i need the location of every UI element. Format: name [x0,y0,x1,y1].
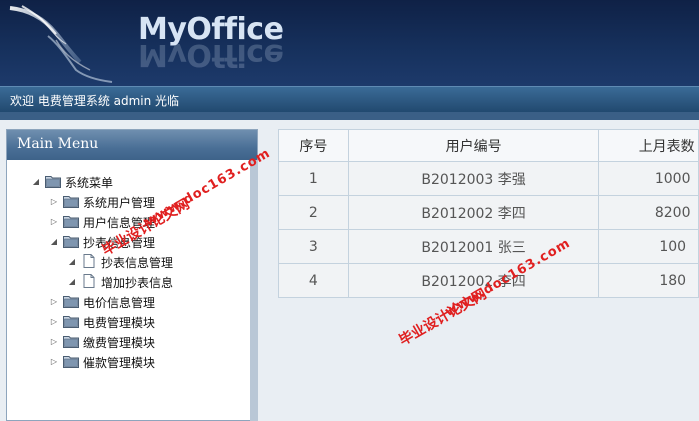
cell-last-reading: 180 [598,263,699,298]
folder-icon [63,196,79,208]
expand-toggle-icon[interactable]: ◢ [31,177,41,187]
main-menu-panel: Main Menu ◢ 系统菜单 ▷ 系统用户管理 ▷ 用户信息管理 ◢ 抄表信… [6,129,258,421]
cell-last-reading: 100 [598,229,699,264]
cell-last-reading: 1000 [598,161,699,196]
tree-node-label: 系统菜单 [65,176,114,190]
welcome-bar: 欢迎 电费管理系统 admin 光临 [0,86,699,112]
leaf-toggle-icon: ◢ [68,277,76,286]
collapse-toggle-icon[interactable]: ▷ [49,297,59,307]
collapse-toggle-icon[interactable]: ▷ [49,317,59,327]
sidebar-scrollbar[interactable] [250,160,258,421]
cell-no: 2 [278,195,349,230]
main-menu-header: Main Menu [7,130,257,160]
tree-node-label: 电价信息管理 [83,296,156,310]
content-area: 序号 用户编号 上月表数 1 B2012003 李强 1000 2 B20120… [278,129,699,421]
cell-user-id: B2012002 李四 [347,263,600,298]
leaf-toggle-icon: ◢ [68,257,76,266]
document-icon [83,254,95,268]
welcome-text: 欢迎 电费管理系统 admin 光临 [10,94,180,108]
app-header: MyOffice MyOffice [0,0,699,86]
expand-toggle-icon[interactable]: ◢ [49,237,59,247]
cell-user-id: B2012003 李强 [347,161,600,196]
table-row[interactable]: 3 B2012001 张三 100 [278,229,699,264]
collapse-toggle-icon[interactable]: ▷ [49,357,59,367]
column-header-no[interactable]: 序号 [278,129,349,162]
cell-no: 4 [278,263,349,298]
tree-node-label: 增加抄表信息 [101,276,174,290]
folder-icon [45,176,61,188]
cell-last-reading: 8200 [598,195,699,230]
app-title: MyOffice [138,12,284,47]
tree-node-label: 催款管理模块 [83,356,156,370]
collapse-toggle-icon[interactable]: ▷ [49,337,59,347]
tree-node-label: 抄表信息管理 [101,256,174,270]
cell-no: 1 [278,161,349,196]
meter-reading-table: 序号 用户编号 上月表数 1 B2012003 李强 1000 2 B20120… [278,129,699,298]
collapse-toggle-icon[interactable]: ▷ [49,217,59,227]
folder-icon [63,336,79,348]
app-title-reflection: MyOffice [138,44,284,72]
tree-node-label: 系统用户管理 [83,196,156,210]
column-header-last-reading[interactable]: 上月表数 [598,129,699,162]
column-header-user-id[interactable]: 用户编号 [347,129,600,162]
bird-logo-icon [9,5,113,83]
tree-node-label: 电费管理模块 [83,316,156,330]
table-row[interactable]: 4 B2012002 李四 180 [278,263,699,298]
folder-icon [63,356,79,368]
table-row[interactable]: 2 B2012002 李四 8200 [278,195,699,230]
folder-icon [63,316,79,328]
table-row[interactable]: 1 B2012003 李强 1000 [278,161,699,196]
collapse-toggle-icon[interactable]: ▷ [49,197,59,207]
document-icon [83,274,95,288]
cell-user-id: B2012001 张三 [347,229,600,264]
main-menu-title: Main Menu [17,136,99,152]
tree-node-label: 用户信息管理 [83,216,156,230]
folder-icon [63,216,79,228]
tree-node-label: 缴费管理模块 [83,336,156,350]
cell-no: 3 [278,229,349,264]
tree-node-label: 抄表信息管理 [83,236,156,250]
table-header-row: 序号 用户编号 上月表数 [278,129,699,162]
folder-icon [63,296,79,308]
header-divider [0,112,699,120]
cell-user-id: B2012002 李四 [347,195,600,230]
folder-icon [63,236,79,248]
